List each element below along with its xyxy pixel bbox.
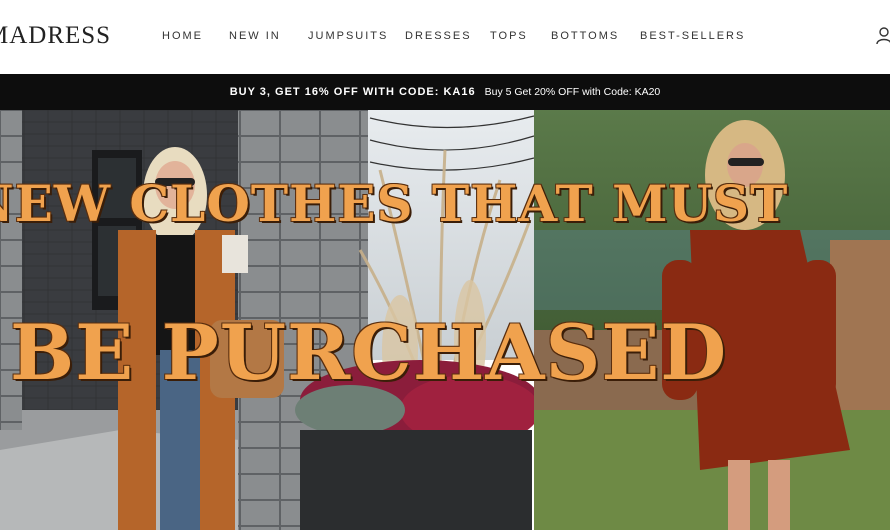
- promo-bar: BUY 3, GET 16% OFF WITH CODE: KA16 Buy 5…: [0, 74, 890, 110]
- nav-jumpsuits[interactable]: JUMPSUITS: [308, 30, 388, 42]
- user-icon[interactable]: [876, 27, 890, 45]
- main-nav: HOME NEW IN JUMPSUITS DRESSES TOPS BOTTO…: [0, 30, 890, 46]
- promo-secondary-text: Buy 5 Get 20% OFF with Code: KA20: [484, 86, 661, 98]
- hero-headline-line-1: NEW CLOTHES THAT MUST: [0, 174, 789, 233]
- promo-main-text: BUY 3, GET 16% OFF WITH CODE: KA16: [229, 86, 476, 98]
- nav-tops[interactable]: TOPS: [490, 30, 528, 42]
- nav-best-sellers[interactable]: BEST-SELLERS: [640, 30, 745, 42]
- hero-headline-line-2: BE PURCHASED: [10, 308, 728, 397]
- nav-bottoms[interactable]: BOTTOMS: [551, 30, 619, 42]
- nav-new-in[interactable]: NEW IN: [229, 30, 281, 42]
- nav-home[interactable]: HOME: [162, 30, 203, 42]
- site-header: MADRESS HOME NEW IN JUMPSUITS DRESSES TO…: [0, 0, 890, 74]
- nav-dresses[interactable]: DRESSES: [405, 30, 472, 42]
